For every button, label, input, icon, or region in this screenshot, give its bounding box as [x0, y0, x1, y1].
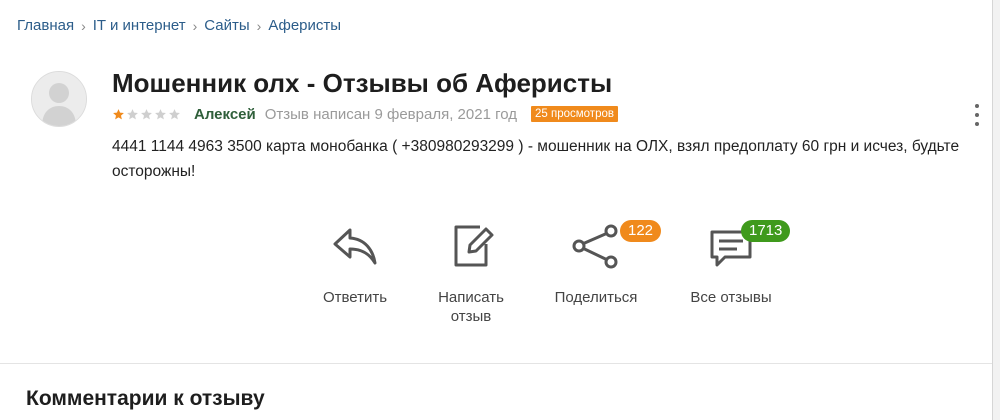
star-empty-icon — [141, 108, 152, 119]
reply-icon-wrap — [325, 222, 385, 278]
breadcrumb: Главная › IT и интернет › Сайты › Аферис… — [17, 17, 341, 34]
author-name[interactable]: Алексей — [194, 106, 256, 123]
all-reviews-count-badge: 1713 — [741, 220, 791, 242]
all-reviews-label: Все отзывы — [690, 289, 772, 306]
star-filled-icon — [113, 108, 124, 119]
edit-pencil-icon — [454, 225, 494, 267]
rating-stars — [112, 108, 182, 121]
breadcrumb-separator: › — [81, 17, 86, 34]
write-icon-wrap — [441, 222, 501, 278]
share-icon-wrap: 122 — [566, 220, 662, 278]
share-icon — [572, 224, 618, 269]
write-review-label: Написать отзыв — [438, 289, 504, 325]
breadcrumb-home[interactable]: Главная — [17, 17, 74, 34]
share-button[interactable]: 122 Поделиться — [548, 220, 662, 307]
breadcrumb-separator: › — [192, 17, 198, 34]
avatar[interactable] — [31, 71, 87, 127]
breadcrumb-scammers[interactable]: Аферисты — [268, 17, 341, 34]
review-title: Мошенник олх - Отзывы об Аферисты — [112, 68, 613, 98]
reply-button[interactable]: Ответить — [318, 222, 392, 307]
kebab-dot-icon — [975, 113, 979, 117]
review-meta: Алексей Отзыв написан 9 февраля, 2021 го… — [112, 104, 618, 124]
kebab-dot-icon — [975, 122, 979, 126]
breadcrumb-it-internet[interactable]: IT и интернет — [93, 17, 186, 34]
review-text: 4441 1144 4963 3500 карта монобанка ( +3… — [112, 138, 960, 180]
views-badge: 25 просмотров — [531, 106, 618, 122]
all-reviews-button[interactable]: 1713 Все отзывы — [684, 220, 791, 307]
write-review-button[interactable]: Написать отзыв — [426, 222, 516, 326]
review-actions: Ответить Написать отзыв 122 Поделиться 1… — [0, 220, 1000, 332]
divider — [0, 363, 992, 364]
reply-arrow-icon — [333, 228, 377, 265]
breadcrumb-separator: › — [256, 17, 262, 34]
user-avatar-icon — [32, 72, 86, 126]
share-label: Поделиться — [554, 289, 638, 306]
review-page: Главная › IT и интернет › Сайты › Аферис… — [0, 0, 993, 420]
comments-title: Комментарии к отзыву — [26, 387, 265, 410]
star-empty-icon — [127, 108, 138, 119]
review-date: Отзыв написан 9 февраля, 2021 год — [264, 105, 517, 123]
reply-label: Ответить — [322, 289, 388, 306]
share-count-badge: 122 — [620, 220, 662, 242]
breadcrumb-sites[interactable]: Сайты — [204, 17, 249, 34]
more-options-button[interactable] — [972, 104, 982, 126]
kebab-dot-icon — [975, 104, 979, 108]
all-reviews-icon-wrap: 1713 — [701, 220, 791, 278]
star-empty-icon — [169, 108, 180, 119]
star-empty-icon — [155, 108, 166, 119]
